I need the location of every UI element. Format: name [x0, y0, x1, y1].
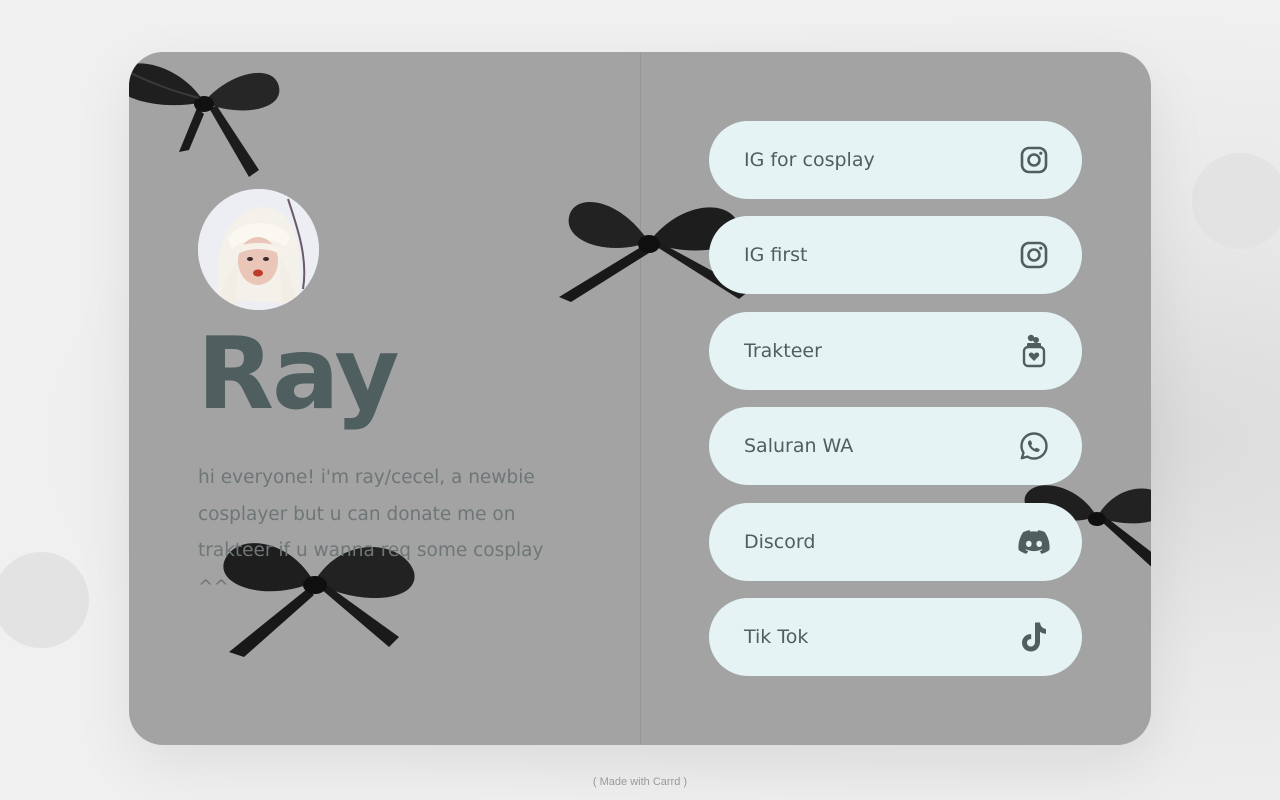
- link-button-ig-first[interactable]: IG first: [709, 216, 1082, 295]
- discord-icon: [1018, 526, 1050, 558]
- card-divider: [640, 52, 641, 745]
- avatar-image: [198, 189, 319, 310]
- avatar: [198, 189, 319, 310]
- instagram-icon: [1018, 144, 1050, 176]
- link-button-tik-tok[interactable]: Tik Tok: [709, 597, 1082, 676]
- link-button-saluran-wa[interactable]: Saluran WA: [709, 407, 1082, 486]
- instagram-icon: [1018, 239, 1050, 271]
- made-with-carrd-link[interactable]: ( Made with Carrd ): [0, 776, 1280, 788]
- link-button-ig-for-cosplay[interactable]: IG for cosplay: [709, 121, 1082, 199]
- link-label: Discord: [744, 530, 816, 553]
- profile-bio: hi everyone! i'm ray/cecel, a newbie cos…: [198, 467, 544, 598]
- profile-card: Ray hi everyone! i'm ray/cecel, a newbie…: [129, 52, 1151, 745]
- bow-decoration-top-left: [129, 63, 280, 177]
- page: Ray hi everyone! i'm ray/cecel, a newbie…: [0, 0, 1280, 800]
- link-label: Saluran WA: [744, 435, 854, 458]
- link-label: IG for cosplay: [744, 149, 875, 171]
- link-label: Trakteer: [744, 339, 822, 362]
- tiktok-icon: [1018, 621, 1050, 653]
- trakteer-icon: [1018, 334, 1050, 367]
- profile-name: Ray: [197, 315, 400, 432]
- background-circle-right: [1192, 153, 1280, 249]
- link-list: IG for cosplay IG first Trakteer Saluran…: [709, 121, 1082, 693]
- link-button-trakteer[interactable]: Trakteer: [709, 311, 1082, 390]
- link-button-discord[interactable]: Discord: [709, 502, 1082, 581]
- background-circle-left: [0, 552, 89, 648]
- link-label: Tik Tok: [744, 625, 809, 648]
- link-label: IG first: [744, 244, 808, 267]
- whatsapp-icon: [1018, 430, 1050, 462]
